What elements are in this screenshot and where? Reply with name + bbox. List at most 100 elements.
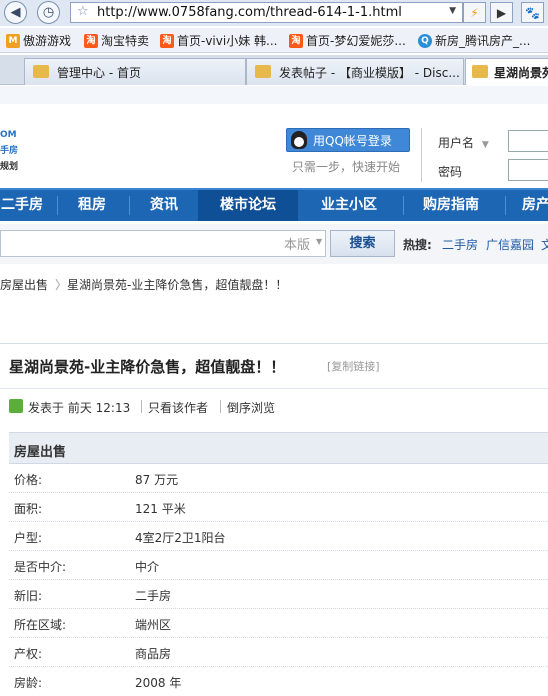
tab-strip: 管理中心 - 首页 发表帖子 - 【商业模版】 - Disc... 星湖尚景苑 <box>0 55 548 85</box>
username-input[interactable] <box>508 130 548 152</box>
search-input[interactable] <box>0 230 326 257</box>
site-logo[interactable]: OM <box>0 130 17 140</box>
post-time: 发表于 前天 12:13 <box>28 401 131 415</box>
info-key: 户型: <box>14 531 43 545</box>
copy-link[interactable]: [复制链接] <box>327 358 380 374</box>
info-key: 房龄: <box>14 676 43 690</box>
tab-label: 星湖尚景苑 <box>494 66 548 80</box>
folder-icon <box>255 65 271 78</box>
info-key: 面积: <box>14 502 43 516</box>
info-row: 新旧: 二手房 <box>9 580 548 609</box>
nav-item-news[interactable]: 资讯 <box>134 190 194 221</box>
bookmark-item[interactable]: M 傲游游戏 <box>6 32 71 49</box>
breadcrumb: 房屋出售 〉 星湖尚景苑-业主降价急售，超值靓盘！！ <box>0 272 548 294</box>
reverse-order-link[interactable]: 倒序浏览 <box>227 399 275 416</box>
nav-item-guide[interactable]: 购房指南 <box>408 190 494 221</box>
folder-icon <box>472 65 488 78</box>
site-top-strip <box>0 86 548 104</box>
info-row: 是否中介: 中介 <box>9 551 548 580</box>
info-key: 价格: <box>14 473 43 487</box>
nav-item-rent[interactable]: 租房 <box>62 190 122 221</box>
bookmark-label: 首页-梦幻爱妮莎... <box>306 34 406 48</box>
breadcrumb-item[interactable]: 星湖尚景苑-业主降价急售，超值靓盘！！ <box>67 276 287 293</box>
qq-login-button[interactable]: 用QQ帐号登录 <box>286 128 410 152</box>
divider <box>129 196 130 215</box>
main-nav: 二手房 租房 资讯 楼市论坛 业主小区 购房指南 房产 <box>0 188 548 221</box>
url-text: http://www.0758fang.com/thread-614-1-1.h… <box>97 5 402 20</box>
info-value: 端州区 <box>135 618 172 632</box>
bookmark-item[interactable]: 淘 首页-梦幻爱妮莎... <box>289 32 406 49</box>
nav-item-property[interactable]: 房产 <box>512 190 548 221</box>
address-bar-row: ◀ ◷ ☆ http://www.0758fang.com/thread-614… <box>0 0 548 26</box>
tab-label: 管理中心 - 首页 <box>57 66 141 80</box>
chevron-down-icon[interactable]: ▼ <box>449 6 456 16</box>
info-value: 二手房 <box>135 589 172 603</box>
search-button[interactable]: 搜索 <box>330 230 395 257</box>
info-value: 121 平米 <box>135 502 186 516</box>
nav-item-secondhand[interactable]: 二手房 <box>0 190 44 221</box>
nav-item-forum[interactable]: 楼市论坛 <box>198 190 298 221</box>
password-label: 密码 <box>438 165 463 179</box>
hot-search-link[interactable]: 文 <box>541 236 548 253</box>
info-row: 户型: 4室2厅2卫1阳台 <box>9 522 548 551</box>
divider <box>141 400 142 413</box>
info-row: 价格: 87 万元 <box>9 464 548 493</box>
url-input[interactable]: ☆ http://www.0758fang.com/thread-614-1-1… <box>70 2 463 23</box>
nav-item-community[interactable]: 业主小区 <box>305 190 393 221</box>
qq-login-label: 用QQ帐号登录 <box>313 133 392 148</box>
chevron-down-icon[interactable]: ▼ <box>316 237 322 246</box>
thread-box: 星湖尚景苑-业主降价急售，超值靓盘！！ [复制链接] 发表于 前天 12:13 … <box>0 343 548 690</box>
bookmark-item[interactable]: 淘 淘宝特卖 <box>84 32 149 49</box>
star-icon[interactable]: ☆ <box>77 4 89 19</box>
breadcrumb-item[interactable]: 房屋出售 <box>0 276 48 293</box>
info-value: 中介 <box>135 560 160 574</box>
info-section-header: 房屋出售 <box>9 432 548 464</box>
tencent-icon: Q <box>418 33 432 48</box>
info-key: 所在区域: <box>14 618 67 632</box>
folder-icon <box>33 65 49 78</box>
chevron-down-icon: ▼ <box>481 140 489 150</box>
chevron-right-icon: 〉 <box>55 278 68 292</box>
divider <box>403 196 404 215</box>
tab-post[interactable]: 发表帖子 - 【商业模版】 - Disc... <box>246 58 464 85</box>
info-section-title: 房屋出售 <box>14 445 67 460</box>
info-value: 2008 年 <box>135 676 182 690</box>
info-key: 新旧: <box>14 589 43 603</box>
baidu-icon[interactable]: 🐾 <box>521 2 544 23</box>
only-author-link[interactable]: 只看该作者 <box>148 399 208 416</box>
search-scope-select[interactable]: 本版 <box>284 234 310 253</box>
bookmark-label: 傲游游戏 <box>23 34 72 48</box>
tab-thread[interactable]: 星湖尚景苑 <box>465 58 548 85</box>
divider <box>57 196 58 215</box>
username-label-text: 用户名 <box>438 136 475 150</box>
bookmark-item[interactable]: 淘 首页-vivi小妹 韩... <box>160 32 277 49</box>
refresh-icon[interactable]: ◷ <box>37 1 60 24</box>
thread-title: 星湖尚景苑-业主降价急售，超值靓盘！！ <box>9 358 286 376</box>
bookmark-item[interactable]: Q 新房_腾讯房产_... <box>418 32 530 49</box>
info-row: 产权: 商品房 <box>9 638 548 667</box>
bookmarks-bar: M 傲游游戏 淘 淘宝特卖 淘 首页-vivi小妹 韩... 淘 首页-梦幻爱妮… <box>0 28 548 53</box>
divider <box>505 196 506 215</box>
password-input[interactable] <box>508 159 548 181</box>
lightning-icon[interactable]: ⚡ <box>463 2 486 23</box>
divider <box>220 400 221 413</box>
tab-label: 发表帖子 - 【商业模版】 - Disc... <box>279 66 460 80</box>
go-icon[interactable]: ▶ <box>490 2 513 23</box>
info-value: 87 万元 <box>135 473 179 487</box>
info-key: 是否中介: <box>14 560 67 574</box>
hot-search-label: 热搜: <box>403 238 432 252</box>
back-icon[interactable]: ◀ <box>4 1 27 24</box>
bookmark-label: 首页-vivi小妹 韩... <box>177 34 278 48</box>
hot-search-link[interactable]: 广信嘉园 <box>486 236 534 253</box>
info-row: 面积: 121 平米 <box>9 493 548 522</box>
divider <box>421 128 422 182</box>
qq-login-hint: 只需一步，快速开始 <box>292 160 401 174</box>
qq-penguin-icon <box>291 131 307 149</box>
bookmark-label: 淘宝特卖 <box>101 34 150 48</box>
username-label[interactable]: 用户名 ▼ <box>438 134 489 151</box>
hot-search-link[interactable]: 二手房 <box>442 236 478 253</box>
tab-admin[interactable]: 管理中心 - 首页 <box>24 58 246 85</box>
site-logo-sub: 手房 <box>0 146 19 156</box>
info-key: 产权: <box>14 647 43 661</box>
bookmark-label: 新房_腾讯房产_... <box>435 34 531 48</box>
